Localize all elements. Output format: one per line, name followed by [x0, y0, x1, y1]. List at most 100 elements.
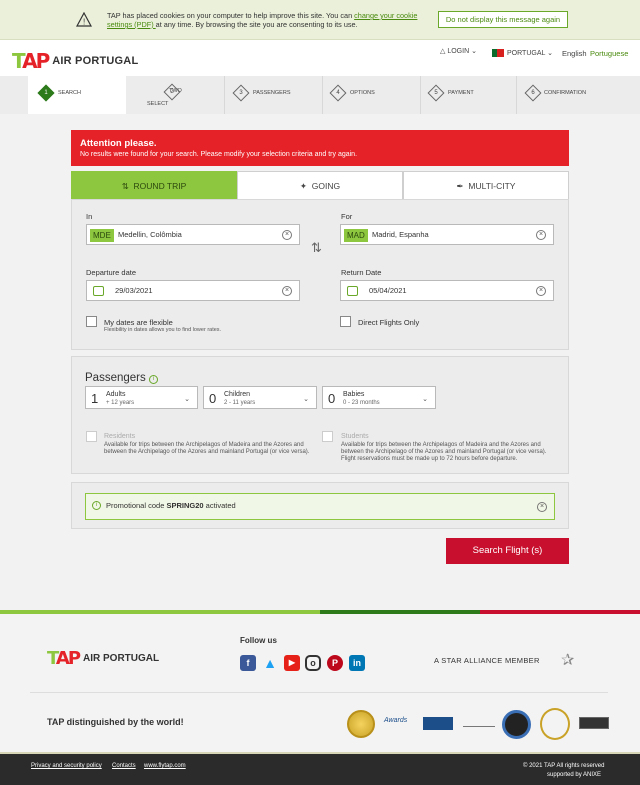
students-label: Students: [341, 433, 369, 440]
destination-field[interactable]: MAD Madrid, Espanha ×: [340, 224, 554, 245]
youtube-icon[interactable]: ▶: [284, 655, 300, 671]
promo-code-text: Promotional code SPRING20 activated: [106, 501, 236, 510]
lang-portuguese[interactable]: Portuguese: [590, 49, 628, 58]
supported-by-text: supported by ANIXE: [547, 772, 602, 778]
svg-text:!: !: [83, 18, 85, 27]
distinguished-text: TAP distinguished by the world!: [47, 717, 184, 727]
passengers-title: Passengers i: [85, 372, 158, 384]
footer-divider: [30, 692, 608, 693]
departure-date-field[interactable]: 29/03/2021 ×: [86, 280, 300, 301]
origin-code: MDE: [90, 229, 114, 242]
chevron-down-icon: ⌄: [471, 48, 477, 55]
copyright-text: © 2021 TAP All rights reserved: [523, 763, 605, 769]
residents-label: Residents: [104, 433, 136, 440]
chevron-down-icon: ⌄: [303, 396, 309, 403]
children-select[interactable]: 0 Children 2 - 11 years ⌄: [203, 386, 317, 409]
warning-icon: !: [76, 12, 92, 27]
star-alliance-icon: ✰: [561, 652, 575, 669]
remove-promo-icon[interactable]: ×: [537, 502, 547, 512]
direct-flights-checkbox[interactable]: [340, 316, 351, 327]
flexible-dates-note: Flexibility in dates allows you to find …: [104, 327, 222, 333]
twitter-icon[interactable]: ▲: [262, 655, 278, 671]
step-passengers[interactable]: 3 PASSENGERS: [224, 76, 322, 114]
step-options[interactable]: 4 OPTIONS: [322, 76, 420, 114]
awards-badge: Awards: [384, 717, 408, 724]
flexible-dates-label: My dates are flexible: [104, 318, 173, 327]
contacts-link[interactable]: Contacts: [112, 763, 136, 769]
dismiss-cookie-button[interactable]: Do not display this message again: [438, 11, 568, 28]
star-alliance-label: A STAR ALLIANCE MEMBER: [434, 656, 540, 665]
trip-type-tabs: ⇅ ROUND TRIP ✦ GOING ✒ MULTI-CITY: [71, 171, 569, 200]
linkedin-icon[interactable]: in: [349, 655, 365, 671]
calendar-icon: [347, 286, 358, 296]
country-selector[interactable]: PORTUGAL ⌄: [492, 49, 553, 58]
error-alert: Attention please. No results were found …: [71, 130, 569, 166]
destination-code: MAD: [344, 229, 368, 242]
step-payment[interactable]: 5 PAYMENT: [420, 76, 516, 114]
cookie-text: TAP has placed cookies on your computer …: [107, 11, 418, 29]
adults-select[interactable]: 1 Adults + 12 years ⌄: [85, 386, 198, 409]
from-label: In: [86, 212, 93, 221]
multi-city-icon: ✒: [456, 181, 464, 191]
round-trip-icon: ⇅: [121, 181, 129, 191]
login-link[interactable]: △ LOGIN ⌄: [440, 47, 477, 55]
step-select[interactable]: 2 TWO SELECT: [126, 76, 224, 114]
to-label: For: [341, 212, 353, 221]
clear-icon[interactable]: ×: [282, 230, 292, 240]
tab-going[interactable]: ✦ GOING: [237, 171, 403, 200]
chevron-down-icon: ⌄: [184, 396, 190, 403]
destination-value: Madrid, Espanha: [372, 230, 429, 239]
award-badge-dark: [579, 717, 609, 729]
alert-message: No results were found for your search. P…: [80, 151, 358, 158]
clear-icon[interactable]: ×: [282, 286, 292, 296]
return-date-field[interactable]: 05/04/2021 ×: [340, 280, 554, 301]
brand-name: AIR PORTUGAL: [52, 55, 139, 67]
origin-value: Medellin, Colômbia: [118, 230, 182, 239]
residents-note: Available for trips between the Archipel…: [104, 442, 310, 455]
return-value: 05/04/2021: [369, 286, 407, 295]
user-icon: △: [440, 48, 446, 55]
bottom-bar: Privacy and security policy Contacts www…: [0, 754, 640, 785]
search-flight-button[interactable]: Search Flight (s): [446, 538, 569, 564]
residents-checkbox[interactable]: [86, 431, 97, 442]
calendar-icon: [93, 286, 104, 296]
flexible-dates-checkbox[interactable]: [86, 316, 97, 327]
info-icon[interactable]: i: [148, 375, 158, 384]
return-label: Return Date: [341, 268, 382, 277]
babies-select[interactable]: 0 Babies 0 - 23 months ⌄: [322, 386, 436, 409]
award-badge-blue: [423, 717, 453, 730]
departure-label: Departure date: [86, 268, 137, 277]
clear-icon[interactable]: ×: [536, 230, 546, 240]
lang-english[interactable]: English: [562, 49, 587, 58]
portugal-flag-icon: [492, 49, 504, 58]
step-search[interactable]: 1 SEARCH: [28, 76, 126, 114]
tap-logo[interactable]: TAP AIR PORTUGAL: [12, 51, 139, 71]
pinterest-icon[interactable]: P: [327, 655, 343, 671]
plane-icon: ✦: [299, 181, 308, 191]
award-laurel-icon: [540, 708, 570, 740]
clear-icon[interactable]: ×: [536, 286, 546, 296]
departure-value: 29/03/2021: [115, 286, 153, 295]
booking-steps: 1 SEARCH 2 TWO SELECT 3 PASSENGERS 4 OPT…: [0, 76, 640, 114]
chevron-down-icon: ⌄: [422, 396, 428, 403]
instagram-icon[interactable]: o: [305, 655, 321, 671]
award-circle-icon: [502, 710, 531, 739]
students-note: Available for trips between the Archipel…: [341, 442, 547, 462]
flytap-link[interactable]: www.flytap.com: [144, 763, 186, 769]
tab-multi-city[interactable]: ✒ MULTI-CITY: [403, 171, 569, 200]
direct-flights-label: Direct Flights Only: [358, 318, 420, 327]
tab-round-trip[interactable]: ⇅ ROUND TRIP: [71, 171, 237, 200]
privacy-link[interactable]: Privacy and security policy: [31, 763, 102, 769]
follow-us-label: Follow us: [240, 636, 277, 645]
students-checkbox[interactable]: [322, 431, 333, 442]
footer-logo: TAP AIR PORTUGAL: [47, 648, 160, 669]
award-medal-icon: [347, 710, 375, 738]
swap-icon[interactable]: ⇅: [311, 240, 322, 256]
step-confirmation[interactable]: 6 CONFIRMATION: [516, 76, 640, 114]
award-badge-text: [463, 719, 495, 727]
origin-field[interactable]: MDE Medellin, Colômbia ×: [86, 224, 300, 245]
info-icon: i: [92, 501, 101, 510]
alert-title: Attention please.: [80, 138, 157, 149]
cookie-banner: ! TAP has placed cookies on your compute…: [0, 0, 640, 40]
facebook-icon[interactable]: f: [240, 655, 256, 671]
